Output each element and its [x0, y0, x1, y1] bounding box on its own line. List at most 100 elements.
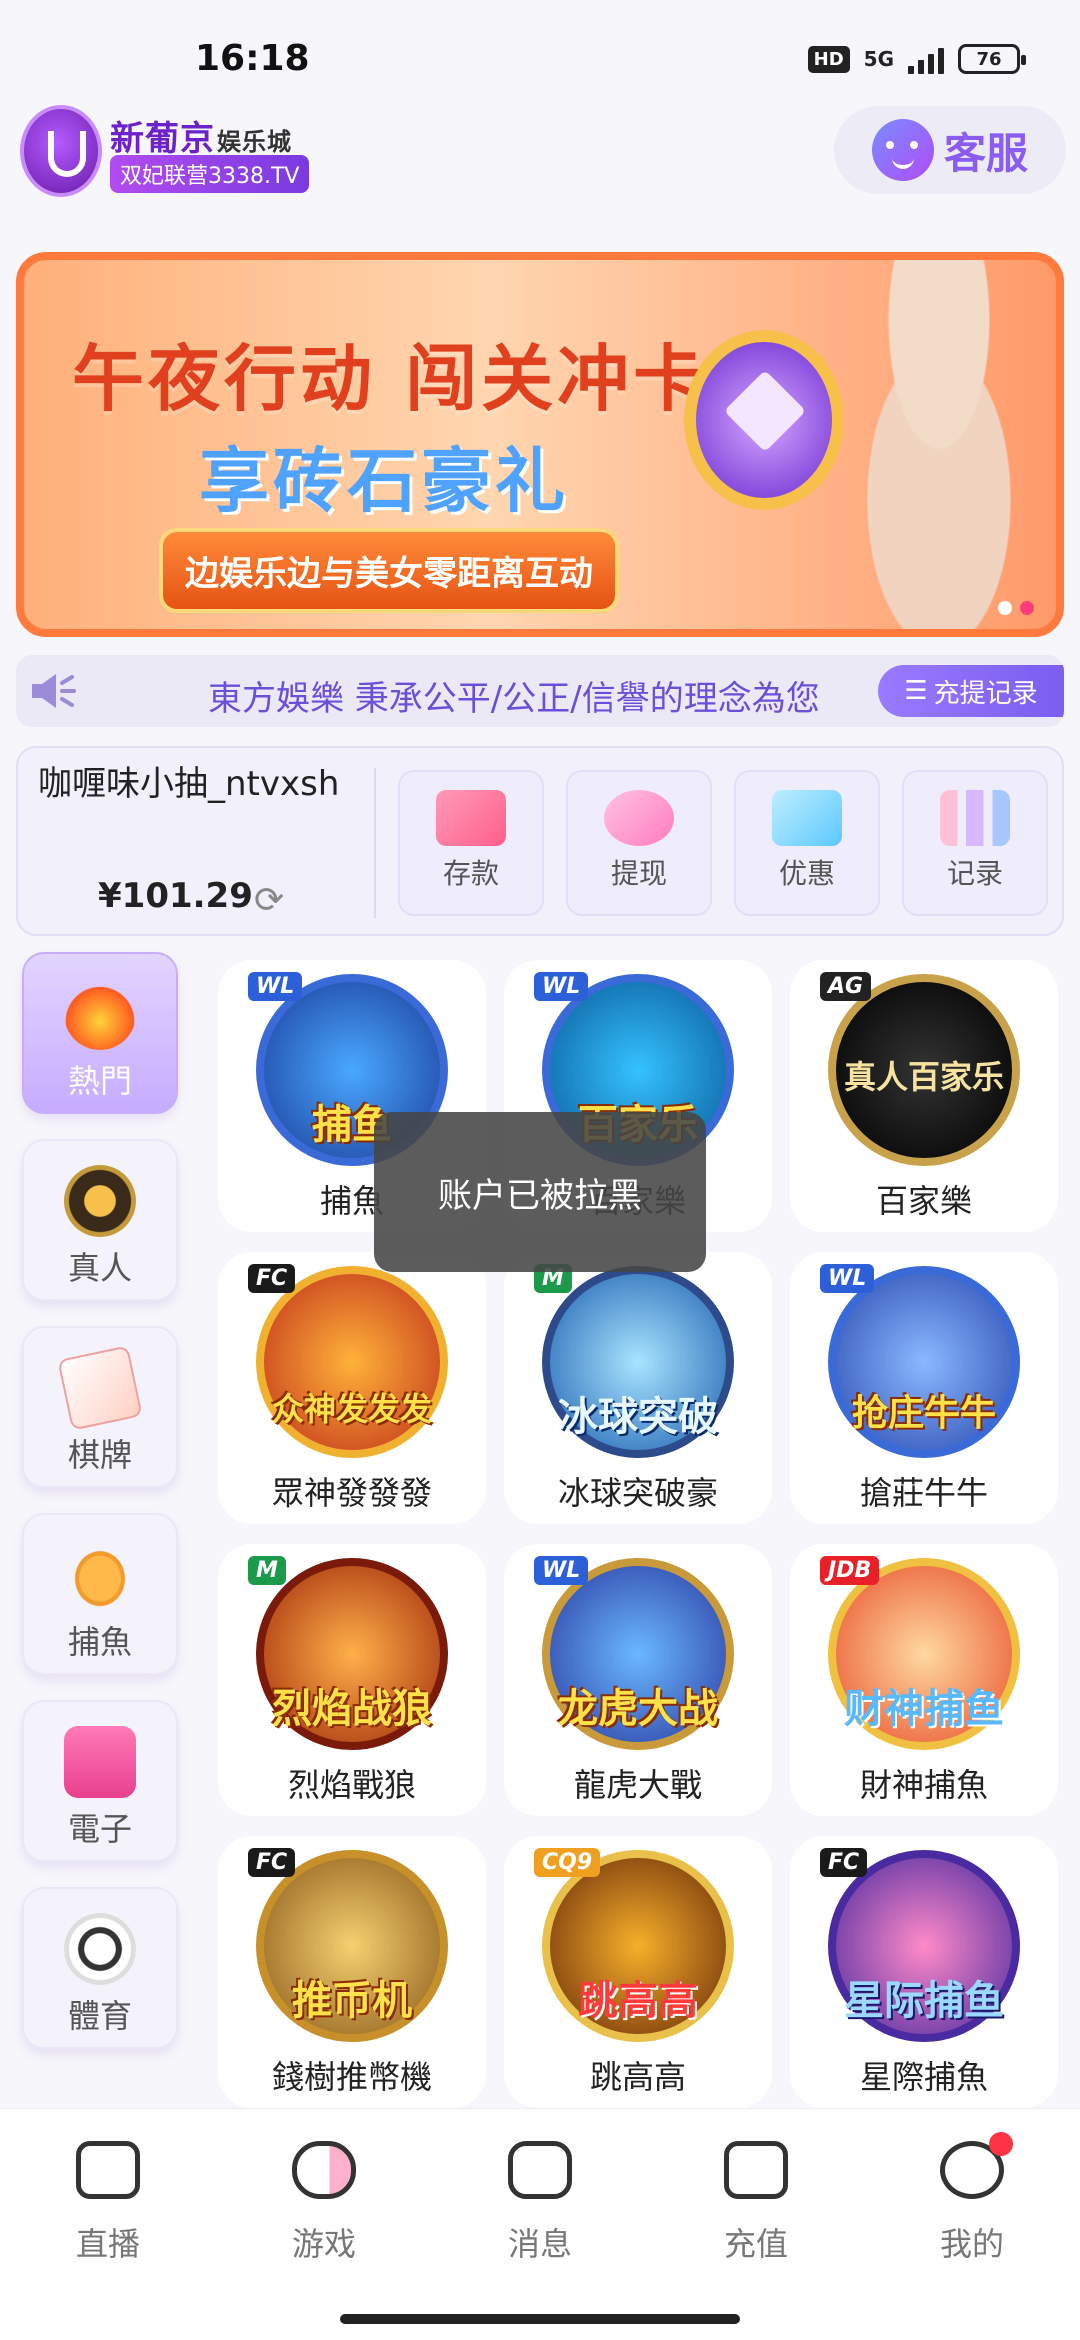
category-fishing[interactable]: 捕魚	[22, 1513, 178, 1675]
bottom-nav: 直播 游戏 消息 充值 我的	[0, 2108, 1080, 2298]
game-title: 烈焰戰狼	[287, 1766, 416, 1804]
banner-subheadline: 享砖石豪礼	[199, 440, 569, 522]
customer-service-button[interactable]: 客服	[834, 106, 1066, 194]
provider-tag: WL	[820, 1264, 875, 1293]
hd-icon: HD	[807, 45, 850, 73]
category-slots[interactable]: 電子	[22, 1700, 178, 1862]
provider-tag: M	[248, 1556, 286, 1585]
nav-messages[interactable]: 消息	[460, 2141, 620, 2265]
game-art-text: 抢庄牛牛	[851, 1393, 996, 1434]
records-button[interactable]: 记录	[902, 770, 1048, 916]
category-label: 真人	[67, 1249, 132, 1287]
game-card[interactable]: 推币机 FC 錢樹推幣機	[218, 1836, 486, 2108]
provider-tag: WL	[534, 972, 589, 1001]
game-title: 跳高高	[589, 2058, 686, 2096]
game-title: 搶莊牛牛	[859, 1474, 988, 1512]
nav-label: 我的	[939, 2225, 1004, 2263]
game-card[interactable]: 真人百家乐 AG 百家樂	[790, 960, 1058, 1232]
fish-icon	[64, 1539, 136, 1611]
banner-tagline: 边娱乐边与美女零距离互动	[159, 528, 619, 613]
promotions-button[interactable]: 优惠	[734, 770, 880, 916]
provider-tag: WL	[248, 972, 303, 1001]
video-icon	[76, 2141, 140, 2199]
game-icon: 真人百家乐	[828, 974, 1020, 1166]
gamepad-icon	[292, 2141, 356, 2199]
status-bar: 16:18 HD 5G 76	[0, 0, 1080, 100]
game-card[interactable]: 龙虎大战 WL 龍虎大戰	[504, 1544, 772, 1816]
flame-icon	[64, 978, 136, 1050]
logo-title: 新葡京娱乐城	[110, 111, 292, 160]
provider-tag: FC	[248, 1848, 296, 1877]
slot-machine-icon	[64, 1726, 136, 1798]
nav-label: 游戏	[291, 2225, 356, 2263]
banner-headline: 午夜行动 闯关冲卡	[72, 337, 710, 421]
game-card[interactable]: 财神捕鱼 JDB 財神捕魚	[790, 1544, 1058, 1816]
game-art-text: 龙虎大战	[558, 1686, 718, 1732]
money-bag-icon	[604, 790, 674, 846]
game-art-text: 众神发发发	[271, 1390, 432, 1428]
game-title: 龍虎大戰	[573, 1766, 702, 1804]
logo-title-text: 新葡京	[110, 119, 215, 159]
game-icon: 推币机	[256, 1850, 448, 2042]
banner-dot[interactable]	[998, 601, 1012, 615]
deposit-withdraw-records-button[interactable]: ☰ 充提记录	[878, 665, 1064, 717]
app-logo: 新葡京娱乐城 双妃联营3338.TV	[20, 105, 310, 197]
soccer-ball-icon	[64, 1913, 136, 1985]
game-card[interactable]: 众神发发发 FC 眾神發發發	[218, 1252, 486, 1524]
provider-tag: CQ9	[534, 1848, 601, 1877]
category-sports[interactable]: 體育	[22, 1887, 178, 2049]
nav-live[interactable]: 直播	[28, 2141, 188, 2265]
customer-service-label: 客服	[943, 128, 1028, 178]
game-card[interactable]: 冰球突破 M 冰球突破豪	[504, 1252, 772, 1524]
home-indicator-bar[interactable]	[340, 2314, 740, 2324]
speaker-icon	[32, 674, 76, 708]
logo-suffix: 娱乐城	[217, 128, 292, 156]
category-label: 棋牌	[67, 1436, 132, 1474]
category-live[interactable]: 真人	[22, 1139, 178, 1301]
game-icon: 龙虎大战	[542, 1558, 734, 1750]
nav-games[interactable]: 游戏	[244, 2141, 404, 2265]
provider-tag: AG	[820, 972, 872, 1001]
home-indicator	[0, 2298, 1080, 2340]
wallet-icon	[724, 2141, 788, 2199]
category-hot[interactable]: 熱門	[22, 952, 178, 1114]
provider-tag: FC	[248, 1264, 296, 1293]
game-icon: 众神发发发	[256, 1266, 448, 1458]
game-art-text: 财神捕鱼	[844, 1686, 1004, 1732]
banner-model-image	[814, 260, 1056, 629]
withdraw-button[interactable]: 提现	[566, 770, 712, 916]
game-art-text: 星际捕鱼	[844, 1978, 1004, 2024]
game-title: 星際捕魚	[859, 2058, 988, 2096]
category-label: 體育	[67, 1997, 132, 2035]
game-card[interactable]: 烈焰战狼 M 烈焰戰狼	[218, 1544, 486, 1816]
game-title: 眾神發發發	[271, 1474, 432, 1512]
list-icon: ☰	[904, 676, 928, 706]
game-art-text: 冰球突破	[558, 1394, 718, 1440]
provider-tag: FC	[820, 1848, 868, 1877]
balance: ¥101.29	[98, 876, 253, 916]
game-icon: 抢庄牛牛	[828, 1266, 1020, 1458]
username: 咖喱味小抽_ntvxsh	[38, 764, 340, 804]
game-card[interactable]: 抢庄牛牛 WL 搶莊牛牛	[790, 1252, 1058, 1524]
banner-dot-active[interactable]	[1020, 601, 1034, 615]
poker-chip-icon	[64, 1165, 136, 1237]
records-label: 记录	[946, 857, 1003, 890]
refresh-icon[interactable]: ⟳	[254, 880, 284, 921]
nav-label: 充值	[723, 2225, 788, 2263]
nav-recharge[interactable]: 充值	[676, 2141, 836, 2265]
game-card[interactable]: 跳高高 CQ9 跳高高	[504, 1836, 772, 2108]
category-label: 捕魚	[67, 1623, 132, 1661]
promo-banner[interactable]: 午夜行动 闯关冲卡 享砖石豪礼 边娱乐边与美女零距离互动	[16, 252, 1064, 637]
status-icons: HD 5G 76	[807, 44, 1026, 74]
game-title: 錢樹推幣機	[271, 2058, 432, 2096]
provider-tag: WL	[534, 1556, 589, 1585]
nav-profile[interactable]: 我的	[892, 2132, 1052, 2265]
battery-icon: 76	[958, 44, 1026, 74]
game-card[interactable]: 星际捕鱼 FC 星際捕魚	[790, 1836, 1058, 2108]
logo-mark-icon	[20, 105, 102, 197]
game-title: 冰球突破豪	[557, 1474, 718, 1512]
network-label: 5G	[863, 47, 894, 71]
card-icon	[436, 790, 506, 846]
deposit-button[interactable]: 存款	[398, 770, 544, 916]
category-cards[interactable]: 棋牌	[22, 1326, 178, 1488]
